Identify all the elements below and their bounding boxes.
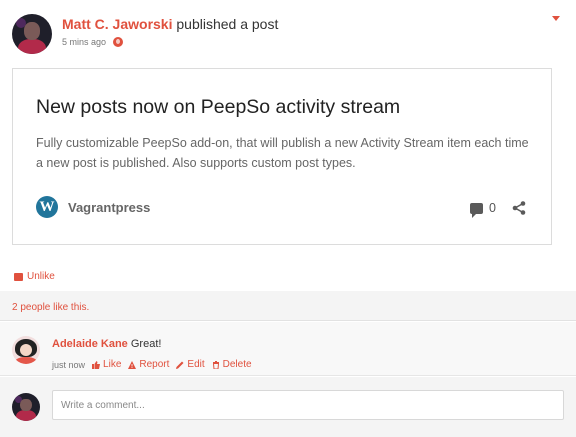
globe-icon[interactable] <box>113 37 124 47</box>
commenter-name-link[interactable]: Adelaide Kane <box>52 338 128 350</box>
comment-bubble-icon <box>470 202 484 218</box>
comment-line: Adelaide Kane Great! <box>52 338 161 350</box>
unlike-button[interactable]: Unlike <box>14 271 55 282</box>
trash-icon <box>212 360 219 369</box>
comment-like-button[interactable]: Like <box>92 359 121 370</box>
comment-delete-button[interactable]: Delete <box>212 359 252 370</box>
thumbs-up-icon <box>92 360 101 369</box>
comment-count: 0 <box>489 201 496 215</box>
embed-title[interactable]: New posts now on PeepSo activity stream <box>36 96 400 119</box>
comment-timestamp: just now <box>52 359 86 370</box>
comment-input[interactable] <box>52 390 564 420</box>
post-meta: 5 mins ago <box>62 37 124 47</box>
post-timestamp[interactable]: 5 mins ago <box>62 37 106 47</box>
likes-count-link[interactable]: 2 people like this. <box>12 302 89 313</box>
comment-item: Adelaide Kane Great! just now Like Repor… <box>0 322 576 376</box>
share-icon[interactable] <box>512 201 526 215</box>
embed-actions: 0 <box>470 201 526 218</box>
site-name: Vagrantpress <box>68 199 151 215</box>
comment-report-button[interactable]: Report <box>128 359 169 370</box>
commenter-avatar[interactable] <box>12 336 40 364</box>
post-header: Matt C. Jaworski published a post 5 mins… <box>0 0 576 62</box>
current-user-avatar <box>12 393 40 421</box>
embed-site: W Vagrantpress <box>36 196 150 218</box>
thumbs-down-icon <box>14 272 23 281</box>
author-avatar[interactable] <box>12 14 52 54</box>
likes-summary-bar: 2 people like this. <box>0 291 576 321</box>
author-line: Matt C. Jaworski published a post <box>62 16 278 32</box>
warning-icon <box>128 360 137 369</box>
comment-composer <box>0 377 576 437</box>
unlike-label: Unlike <box>27 271 55 282</box>
comment-report-label: Report <box>139 359 170 370</box>
embedded-post-card[interactable]: New posts now on PeepSo activity stream … <box>12 68 552 245</box>
comment-text: Great! <box>130 338 162 350</box>
wordpress-icon: W <box>36 196 58 218</box>
comment-edit-label: Edit <box>187 359 205 370</box>
comment-delete-label: Delete <box>222 359 252 370</box>
comment-meta: just now Like Report Edit Delete <box>52 359 252 370</box>
post-action-text: published a post <box>176 16 279 32</box>
chevron-down-icon[interactable] <box>552 16 560 21</box>
comment-count-button[interactable]: 0 <box>470 201 496 218</box>
comment-like-label: Like <box>103 359 122 370</box>
comment-edit-button[interactable]: Edit <box>176 359 205 370</box>
pencil-icon <box>176 361 184 369</box>
author-name-link[interactable]: Matt C. Jaworski <box>62 16 172 32</box>
embed-description: Fully customizable PeepSo add-on, that w… <box>36 136 529 170</box>
